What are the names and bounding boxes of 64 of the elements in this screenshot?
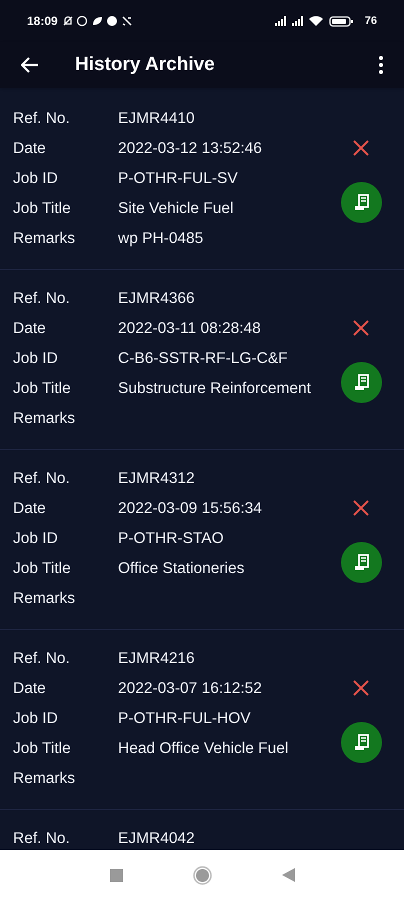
field-label: Job ID: [13, 169, 59, 190]
delete-button[interactable]: [351, 498, 371, 518]
field-value: EJMR4410: [118, 109, 195, 130]
delete-button[interactable]: [351, 678, 371, 698]
field-label: Job ID: [13, 349, 59, 370]
field-value: C-B6-SSTR-RF-LG-C&F: [118, 349, 288, 370]
receipt-icon: [354, 194, 370, 211]
status-time: 18:09: [27, 13, 58, 30]
receipt-icon: [354, 554, 370, 571]
field-value: 2022-03-07 16:12:52: [118, 679, 262, 700]
close-icon: [352, 319, 370, 337]
receipt-button[interactable]: [341, 182, 382, 223]
field-label: Ref. No.: [13, 469, 71, 490]
field-label: Date: [13, 499, 47, 520]
battery-level: 76: [364, 14, 377, 29]
back-arrow-icon: [21, 57, 39, 73]
field-label: Remarks: [13, 409, 76, 430]
more-icon: [379, 56, 383, 74]
field-value: 2022-03-11 08:28:48: [118, 319, 261, 340]
close-icon: [352, 499, 370, 517]
field-value: EJMR4042: [118, 829, 195, 850]
field-value: Site Vehicle Fuel: [118, 199, 234, 220]
receipt-icon: [354, 374, 370, 391]
field-value: 2022-03-09 15:56:34: [118, 499, 262, 520]
home-icon[interactable]: [192, 866, 212, 884]
field-value: EJMR4216: [118, 649, 195, 670]
field-label: Remarks: [13, 589, 76, 610]
field-value: EJMR4366: [118, 289, 195, 310]
field-value: P-OTHR-STAO: [118, 529, 224, 550]
field-label: Job Title: [13, 199, 72, 220]
field-value: P-OTHR-FUL-SV: [118, 169, 238, 190]
receipt-button[interactable]: [341, 722, 382, 763]
field-label: Job Title: [13, 559, 72, 580]
field-label: Ref. No.: [13, 649, 71, 670]
close-icon: [352, 679, 370, 697]
receipt-button[interactable]: [341, 362, 382, 403]
field-value: 2022-03-12 13:52:46: [118, 139, 262, 160]
field-label: Job ID: [13, 709, 59, 730]
delete-button[interactable]: [351, 318, 371, 338]
field-value: EJMR4312: [118, 469, 195, 490]
field-label: Job Title: [13, 739, 72, 760]
field-label: Date: [13, 139, 47, 160]
field-label: Ref. No.: [13, 109, 71, 130]
field-value: Head Office Vehicle Fuel: [118, 739, 288, 760]
delete-button[interactable]: [351, 138, 371, 158]
receipt-button[interactable]: [341, 542, 382, 583]
field-value: wp PH-0485: [118, 229, 204, 250]
field-label: Remarks: [13, 769, 76, 790]
screen-title: History Archive: [75, 52, 215, 77]
field-label: Job Title: [13, 379, 72, 400]
close-icon: [352, 139, 370, 157]
more-menu-button[interactable]: [377, 55, 385, 75]
field-label: Remarks: [13, 229, 76, 250]
field-value: Office Stationeries: [118, 559, 244, 580]
field-label: Date: [13, 679, 47, 700]
field-label: Ref. No.: [13, 289, 71, 310]
field-value: P-OTHR-FUL-HOV: [118, 709, 251, 730]
field-label: Date: [13, 319, 47, 340]
receipt-icon: [354, 734, 370, 751]
field-label: Job ID: [13, 529, 59, 550]
back-nav-icon[interactable]: [282, 868, 294, 882]
recents-icon[interactable]: [110, 868, 122, 882]
field-value: Substructure Reinforcement: [118, 379, 311, 400]
field-label: Ref. No.: [13, 829, 71, 850]
